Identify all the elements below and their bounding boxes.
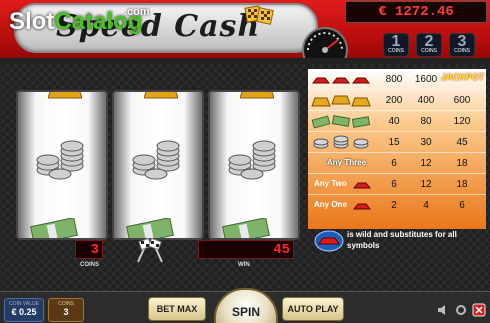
payout-3-coins: 6 bbox=[459, 200, 465, 211]
gold-bar-icon bbox=[144, 92, 178, 99]
reel-3 bbox=[208, 90, 300, 240]
any-two-label: Any Two bbox=[314, 179, 347, 188]
reel-2 bbox=[112, 90, 204, 240]
auto-play-button[interactable]: AUTO PLAY bbox=[282, 297, 344, 321]
gold-bars-icon bbox=[311, 95, 371, 107]
payout-3-coins: 600 bbox=[453, 95, 471, 106]
payout-1-coin: 15 bbox=[388, 137, 400, 148]
speedometer-icon bbox=[302, 27, 348, 64]
gold-bar-icon bbox=[48, 92, 82, 99]
reel-1 bbox=[16, 90, 108, 240]
paytable-row: Any Two 6 12 18 bbox=[308, 174, 486, 195]
watermark-part1: Slot bbox=[9, 8, 55, 35]
coins-counter-label: COINS bbox=[80, 262, 100, 268]
any-three-icon: Any Three bbox=[311, 155, 375, 172]
any-three-label: Any Three bbox=[327, 158, 367, 167]
coin-option-label: COINS bbox=[421, 48, 437, 54]
cash-bundle-icon bbox=[30, 218, 78, 238]
watermark-suffix: .com bbox=[124, 6, 150, 18]
payout-1-coin: 2 bbox=[391, 200, 397, 211]
any-one-label: Any One bbox=[314, 200, 347, 209]
help-icon[interactable] bbox=[472, 303, 486, 317]
win-counter: 45 bbox=[198, 240, 294, 259]
coin-option-1[interactable]: 1 COINS bbox=[383, 33, 409, 62]
bet-max-button[interactable]: BET MAX bbox=[148, 297, 206, 321]
payout-1-coin: 6 bbox=[391, 179, 397, 190]
cash-bundles-icon bbox=[311, 115, 371, 129]
paytable-row: Any One 2 4 6 bbox=[308, 195, 486, 216]
payout-2-coins: 400 bbox=[417, 95, 435, 106]
payout-3-coins: 18 bbox=[456, 158, 468, 169]
coin-option-number: 3 bbox=[457, 33, 467, 50]
cash-bundle-icon bbox=[222, 218, 270, 238]
payout-3-coins: 120 bbox=[453, 116, 471, 127]
checkered-flag-icon bbox=[137, 237, 163, 263]
coin-option-label: COINS bbox=[388, 48, 404, 54]
coins-counter: 3 bbox=[75, 240, 103, 259]
paytable-row: 15 30 45 bbox=[308, 132, 486, 153]
red-cars-icon bbox=[311, 77, 371, 84]
settings-icon[interactable] bbox=[454, 303, 468, 317]
coin-option-lamp bbox=[391, 58, 400, 62]
paytable-row: 200 400 600 bbox=[308, 90, 486, 111]
coin-value-selector[interactable]: COIN VALUE € 0.25 bbox=[4, 298, 44, 322]
checkered-flag-icon bbox=[244, 5, 274, 25]
gold-bar-icon bbox=[240, 92, 274, 99]
silver-coins-icon bbox=[132, 140, 180, 180]
coins-selector[interactable]: COINS 3 bbox=[48, 298, 84, 322]
paytable-row: Any Three 6 12 18 bbox=[308, 153, 486, 174]
any-two-icon: Any Two bbox=[311, 176, 375, 193]
red-car-icon bbox=[353, 182, 371, 189]
payout-2-coins: 80 bbox=[420, 116, 432, 127]
payout-2-coins: 12 bbox=[420, 158, 432, 169]
coin-value: € 0.25 bbox=[11, 307, 37, 317]
coin-option-lamp bbox=[457, 58, 466, 62]
payout-1-coin: 40 bbox=[388, 116, 400, 127]
sound-icon[interactable] bbox=[436, 303, 450, 317]
coin-option-number: 1 bbox=[391, 33, 401, 50]
coin-option-lamp bbox=[424, 58, 433, 62]
reel-area bbox=[12, 90, 304, 240]
coin-option-2[interactable]: 2 COINS bbox=[416, 33, 442, 62]
win-counter-value: 45 bbox=[273, 242, 290, 258]
payout-2-coins: 30 bbox=[420, 137, 432, 148]
paytable-row: 40 80 120 bbox=[308, 111, 486, 132]
wild-description: is wild and substitutes for all symbols bbox=[347, 230, 457, 250]
header-bar: Speed Cash SlotCatalog .com € 1272.46 1 … bbox=[0, 0, 490, 64]
coin-option-3[interactable]: 3 COINS bbox=[449, 33, 475, 62]
balance-display: € 1272.46 bbox=[345, 1, 487, 23]
win-counter-label: WIN bbox=[238, 262, 250, 268]
jackpot-label: JACKPOT bbox=[441, 72, 485, 82]
coin-option-label: COINS bbox=[454, 48, 470, 54]
silver-coins-icon bbox=[36, 140, 84, 180]
coins-value: 3 bbox=[63, 307, 69, 317]
payout-2-coins: 1600 bbox=[414, 74, 438, 85]
payout-3-coins: 18 bbox=[456, 179, 468, 190]
any-one-icon: Any One bbox=[311, 197, 375, 214]
payout-1-coin: 800 bbox=[385, 74, 403, 85]
red-car-icon bbox=[353, 203, 371, 210]
payout-1-coin: 6 bbox=[391, 158, 397, 169]
watermark-logo: SlotCatalog bbox=[9, 8, 142, 36]
payout-2-coins: 12 bbox=[420, 179, 432, 190]
game-window: Speed Cash SlotCatalog .com € 1272.46 1 … bbox=[0, 0, 490, 323]
balance-value: € 1272.46 bbox=[378, 4, 454, 20]
silver-coins-icon bbox=[228, 140, 276, 180]
payout-1-coin: 200 bbox=[385, 95, 403, 106]
payout-2-coins: 4 bbox=[423, 200, 429, 211]
coins-counter-value: 3 bbox=[90, 242, 99, 258]
payout-3-coins: 45 bbox=[456, 137, 468, 148]
silver-coins-icon bbox=[313, 135, 369, 149]
coin-option-number: 2 bbox=[424, 33, 434, 50]
wild-car-icon bbox=[314, 230, 344, 252]
